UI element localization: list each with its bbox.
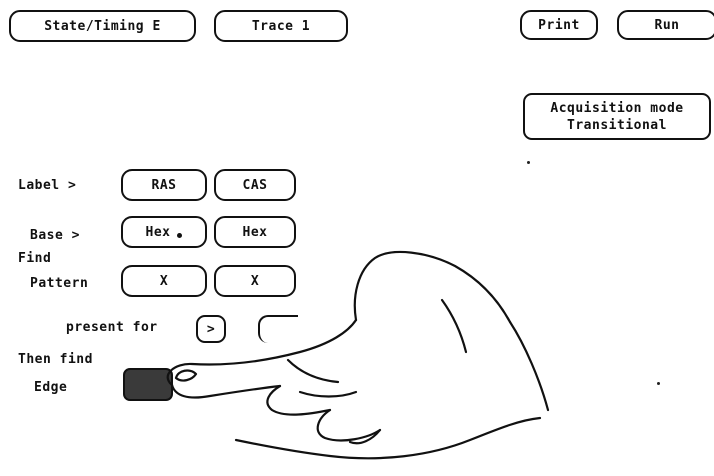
pointing-hand-icon [166, 250, 550, 460]
